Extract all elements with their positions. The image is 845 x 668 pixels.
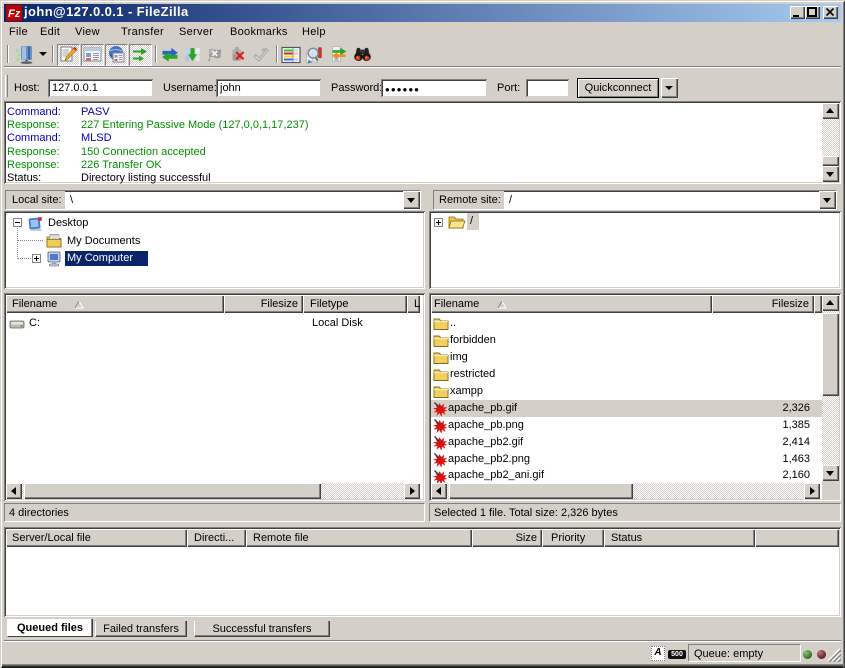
svg-text:Fz: Fz	[8, 8, 21, 20]
